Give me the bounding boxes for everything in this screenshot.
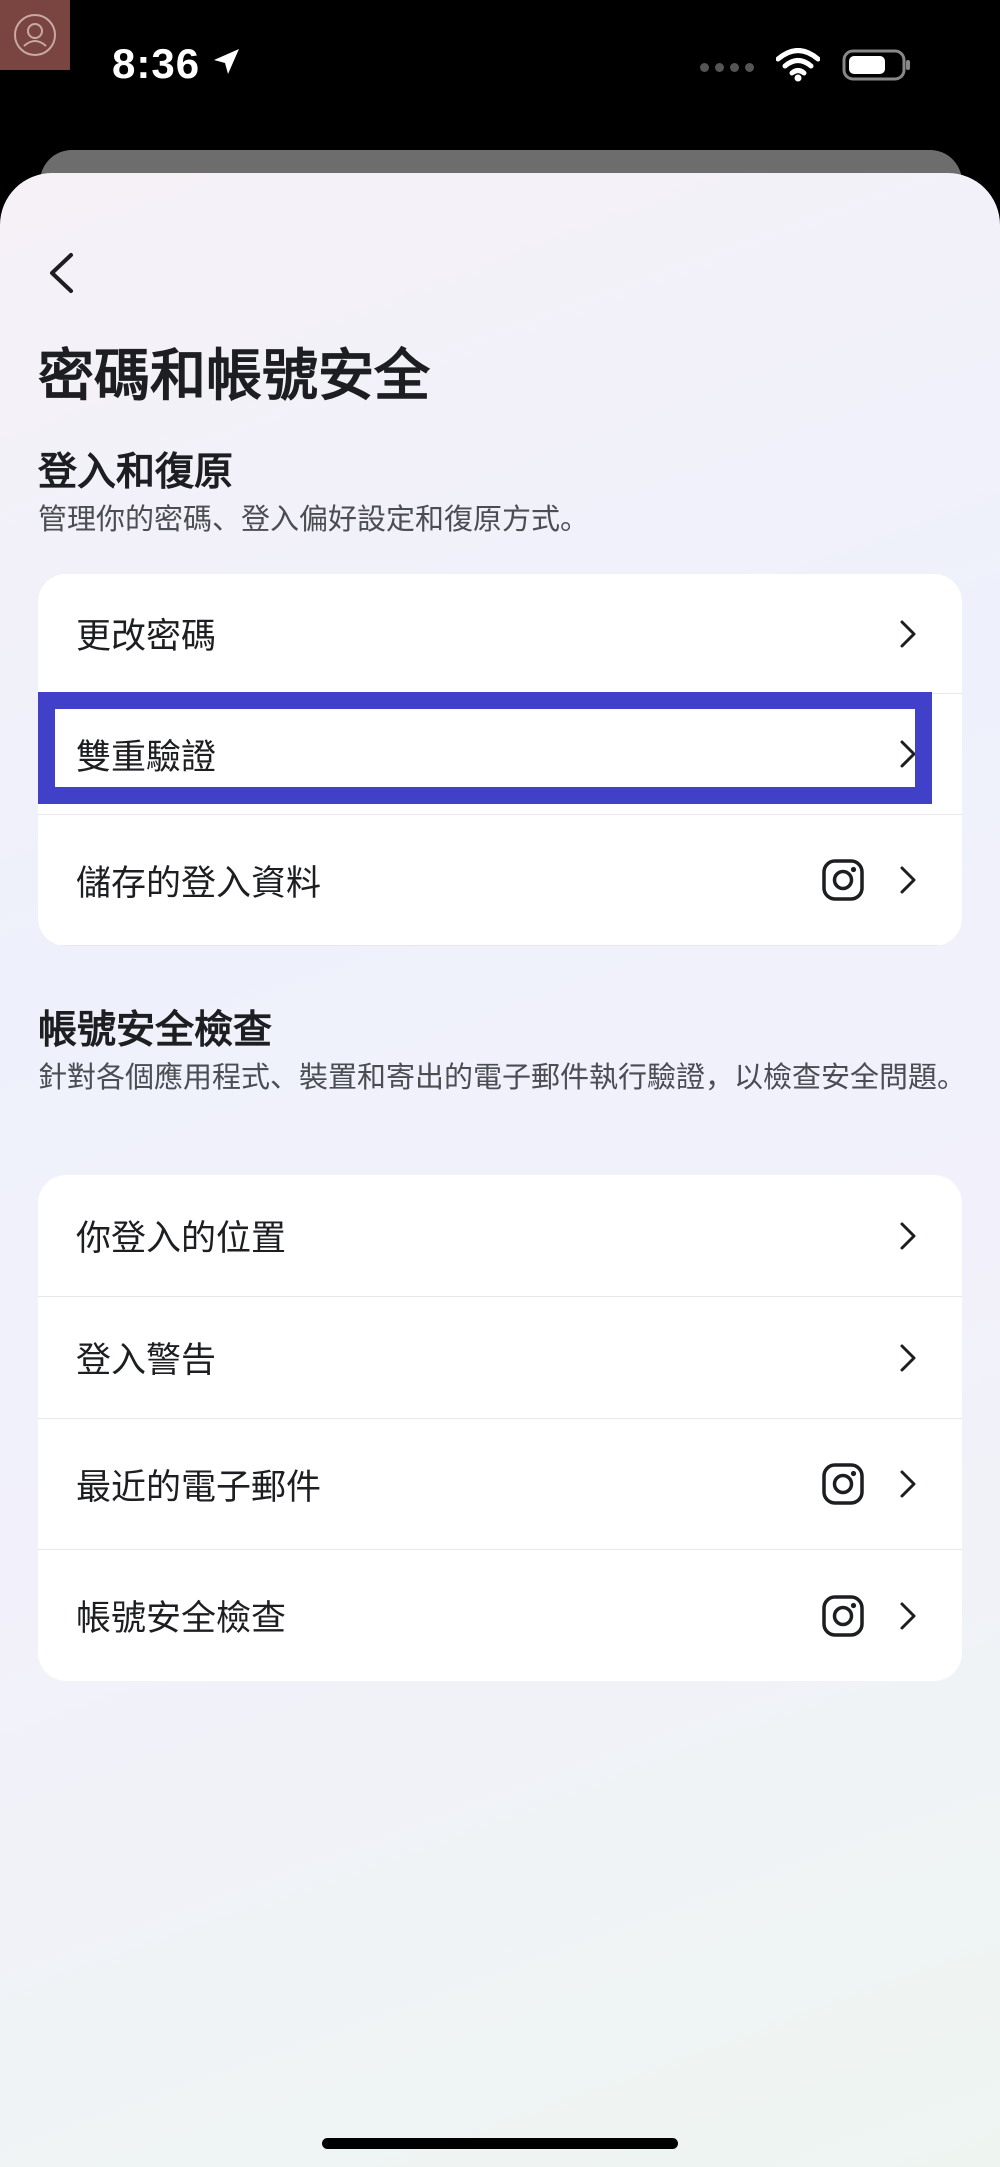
chevron-right-icon (896, 736, 920, 772)
instagram-icon (820, 1593, 866, 1639)
settings-sheet: 密碼和帳號安全 登入和復原 管理你的密碼、登入偏好設定和復原方式。 更改密碼 雙… (0, 173, 1000, 2167)
row-label: 雙重驗證 (76, 737, 217, 778)
status-time-text: 8:36 (112, 40, 201, 87)
instagram-icon (820, 857, 866, 903)
home-indicator[interactable] (322, 2138, 678, 2149)
row-label: 登入警告 (76, 1341, 217, 1381)
row-label: 帳號安全檢查 (76, 1599, 287, 1639)
chevron-right-icon (896, 1340, 920, 1376)
cellular-signal-icon (700, 62, 754, 72)
back-button[interactable] (36, 245, 86, 301)
security-checkup-row[interactable]: 帳號安全檢查 (38, 1550, 962, 1681)
status-bar: 8:36 (0, 0, 1000, 150)
chevron-right-icon (896, 1598, 920, 1634)
chevron-right-icon (896, 1218, 920, 1254)
login-settings-card: 更改密碼 雙重驗證 儲存的登入資料 (38, 574, 962, 946)
security-section-title: 帳號安全檢查 (38, 1008, 273, 1053)
security-check-card: 你登入的位置 登入警告 最近的電子郵件 帳號安全檢查 (38, 1175, 962, 1681)
battery-icon (842, 48, 912, 86)
row-label: 更改密碼 (76, 617, 217, 657)
row-label: 最近的電子郵件 (76, 1467, 322, 1508)
two-factor-auth-row[interactable]: 雙重驗證 (38, 694, 962, 815)
security-section-description: 針對各個應用程式、裝置和寄出的電子郵件執行驗證，以檢查安全問題。 (38, 1060, 967, 1094)
chevron-right-icon (896, 1466, 920, 1502)
login-alerts-row[interactable]: 登入警告 (38, 1297, 962, 1419)
change-password-row[interactable]: 更改密碼 (38, 574, 962, 694)
login-section-description: 管理你的密碼、登入偏好設定和復原方式。 (38, 502, 590, 536)
row-label: 儲存的登入資料 (76, 863, 322, 904)
page-title: 密碼和帳號安全 (38, 344, 430, 409)
chevron-left-icon (50, 253, 73, 293)
wifi-icon (775, 48, 821, 86)
instagram-icon (820, 1461, 866, 1507)
location-arrow-icon (210, 40, 242, 88)
login-locations-row[interactable]: 你登入的位置 (38, 1175, 962, 1297)
status-indicators (700, 48, 912, 86)
chevron-right-icon (896, 616, 920, 652)
row-label: 你登入的位置 (76, 1219, 287, 1259)
status-time: 8:36 (112, 40, 242, 88)
recent-emails-row[interactable]: 最近的電子郵件 (38, 1419, 962, 1550)
login-section-title: 登入和復原 (38, 450, 234, 495)
app-logo-icon (0, 0, 70, 70)
chevron-right-icon (896, 862, 920, 898)
saved-login-info-row[interactable]: 儲存的登入資料 (38, 815, 962, 946)
